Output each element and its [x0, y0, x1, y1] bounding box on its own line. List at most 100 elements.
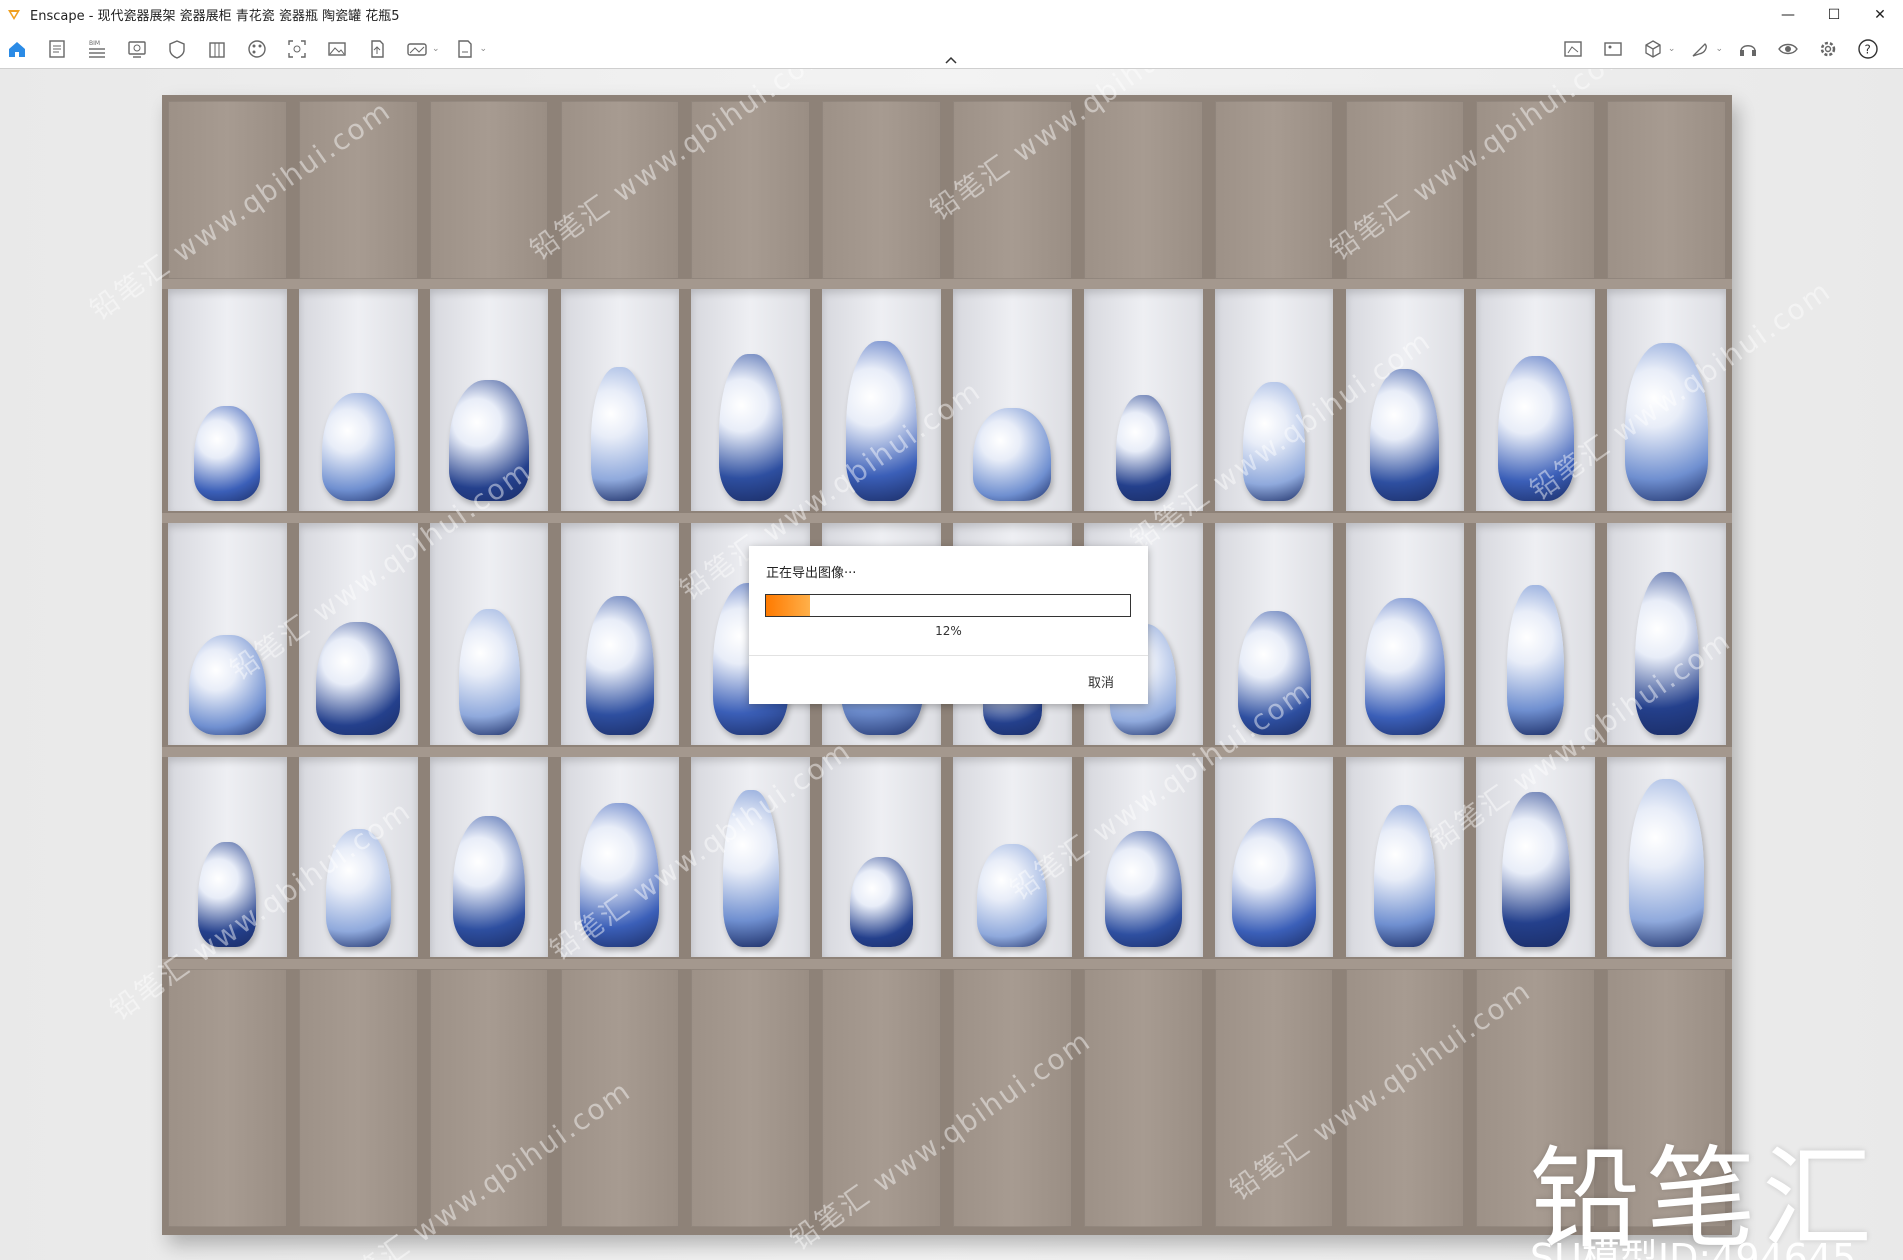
cabinet-shelf-niche — [1345, 523, 1465, 745]
cabinet-shelf-niche — [691, 289, 811, 511]
porcelain-vase — [580, 803, 660, 947]
porcelain-vase — [198, 842, 257, 947]
cabinet-upper-door — [691, 101, 811, 279]
cabinet-upper-door — [429, 101, 549, 279]
cabinet-lower-door — [429, 969, 549, 1227]
cancel-button[interactable]: 取消 — [1088, 672, 1114, 691]
porcelain-vase — [188, 635, 266, 735]
porcelain-vase — [1629, 779, 1705, 947]
porcelain-vase — [585, 596, 654, 735]
enscape-logo-icon — [8, 9, 20, 20]
porcelain-vase — [1237, 611, 1311, 735]
chevron-down-icon[interactable]: ⌄ — [1668, 44, 1676, 54]
maximize-button[interactable]: ☐ — [1811, 0, 1857, 29]
cabinet-shelf-niche — [560, 757, 680, 957]
porcelain-vase — [977, 844, 1048, 947]
porcelain-vase — [1625, 343, 1709, 501]
porcelain-vase — [846, 341, 918, 501]
cabinet-shelf-niche — [1476, 523, 1596, 745]
progress-fill — [766, 595, 810, 616]
svg-text:BIM: BIM — [89, 40, 100, 47]
document-icon[interactable] — [46, 38, 68, 60]
porcelain-vase — [458, 609, 520, 735]
porcelain-vase — [1243, 382, 1306, 501]
upload-icon[interactable] — [366, 38, 388, 60]
porcelain-vase — [1501, 792, 1570, 947]
title-bar: Enscape - 现代瓷器展架 瓷器展柜 青花瓷 瓷器瓶 陶瓷罐 花瓶5 — … — [0, 0, 1903, 29]
cabinet-upper-door — [822, 101, 941, 279]
feather-icon[interactable] — [1689, 38, 1711, 60]
porcelain-vase — [850, 857, 914, 947]
cabinet-upper-door — [953, 101, 1072, 279]
shelf-edge — [162, 747, 1732, 757]
porcelain-vase — [1634, 572, 1699, 735]
cabinet-shelf-niche — [1476, 757, 1596, 957]
cabinet-shelf-niche — [168, 757, 287, 957]
porcelain-vase — [1497, 356, 1574, 501]
settings-icon[interactable] — [1817, 38, 1839, 60]
cabinet-lower-door — [1345, 969, 1465, 1227]
cabinet-shelf-niche — [1214, 289, 1334, 511]
eye-icon[interactable] — [1777, 38, 1799, 60]
cabinet-shelf-niche — [429, 757, 549, 957]
map-icon[interactable] — [1562, 38, 1584, 60]
cabinet-shelf-niche — [298, 523, 418, 745]
cabinet-lower-door — [560, 969, 680, 1227]
cabinet-shelf-niche — [560, 289, 680, 511]
porcelain-vase — [1115, 395, 1171, 501]
screenshot-icon[interactable] — [286, 38, 308, 60]
cube-icon[interactable] — [1642, 38, 1664, 60]
progress-percent: 12% — [935, 624, 962, 638]
shield-icon[interactable] — [166, 38, 188, 60]
help-icon[interactable]: ? — [1857, 38, 1879, 60]
shelf-edge — [162, 513, 1732, 523]
export-icon[interactable] — [454, 38, 476, 60]
porcelain-vase — [1104, 831, 1182, 947]
monitor-icon[interactable] — [126, 38, 148, 60]
porcelain-vase — [1232, 818, 1317, 947]
chevron-down-icon[interactable]: ⌄ — [480, 44, 488, 54]
window-title: Enscape - 现代瓷器展架 瓷器展柜 青花瓷 瓷器瓶 陶瓷罐 花瓶5 — [30, 9, 400, 24]
porcelain-vase — [591, 367, 649, 501]
cabinet-upper-door — [298, 101, 418, 279]
image-icon[interactable] — [326, 38, 348, 60]
porcelain-vase — [1507, 585, 1565, 735]
porcelain-vase — [453, 816, 526, 947]
cabinet-lower-door — [1214, 969, 1334, 1227]
cabinet-lower-door — [1083, 969, 1203, 1227]
porcelain-vase — [1364, 598, 1445, 735]
chevron-up-icon[interactable] — [943, 55, 959, 65]
shelf-edge — [162, 279, 1732, 289]
porcelain-vase — [973, 408, 1052, 501]
progress-bar — [765, 594, 1131, 617]
cabinet-shelf-niche — [298, 757, 418, 957]
cabinet-shelf-niche — [691, 757, 811, 957]
close-button[interactable]: ✕ — [1857, 0, 1903, 29]
palette-icon[interactable] — [246, 38, 268, 60]
home-icon[interactable] — [6, 38, 28, 60]
cabinet-shelf-niche — [560, 523, 680, 745]
porcelain-vase — [321, 393, 395, 501]
chevron-down-icon[interactable]: ⌄ — [432, 44, 440, 54]
cabinet-shelf-niche — [953, 757, 1072, 957]
headset-icon[interactable] — [1737, 38, 1759, 60]
building-icon[interactable] — [206, 38, 228, 60]
cabinet-shelf-niche — [429, 289, 549, 511]
cabinet-shelf-niche — [953, 289, 1072, 511]
panorama-icon[interactable] — [406, 38, 428, 60]
cabinet-shelf-niche — [1345, 289, 1465, 511]
porcelain-vase — [325, 829, 391, 947]
image-frame-icon[interactable] — [1602, 38, 1624, 60]
porcelain-vase — [449, 380, 530, 501]
cabinet-shelf-niche — [1476, 289, 1596, 511]
cabinet-shelf-niche — [1214, 757, 1334, 957]
minimize-button[interactable]: — — [1765, 0, 1811, 29]
cabinet-shelf-niche — [1214, 523, 1334, 745]
cabinet-shelf-niche — [168, 523, 287, 745]
cabinet-upper-door — [1476, 101, 1596, 279]
cabinet-shelf-niche — [1607, 757, 1726, 957]
bim-icon[interactable]: BIM — [86, 38, 108, 60]
cabinet-lower-door — [298, 969, 418, 1227]
chevron-down-icon[interactable]: ⌄ — [1715, 44, 1723, 54]
cabinet-upper-door — [1607, 101, 1726, 279]
